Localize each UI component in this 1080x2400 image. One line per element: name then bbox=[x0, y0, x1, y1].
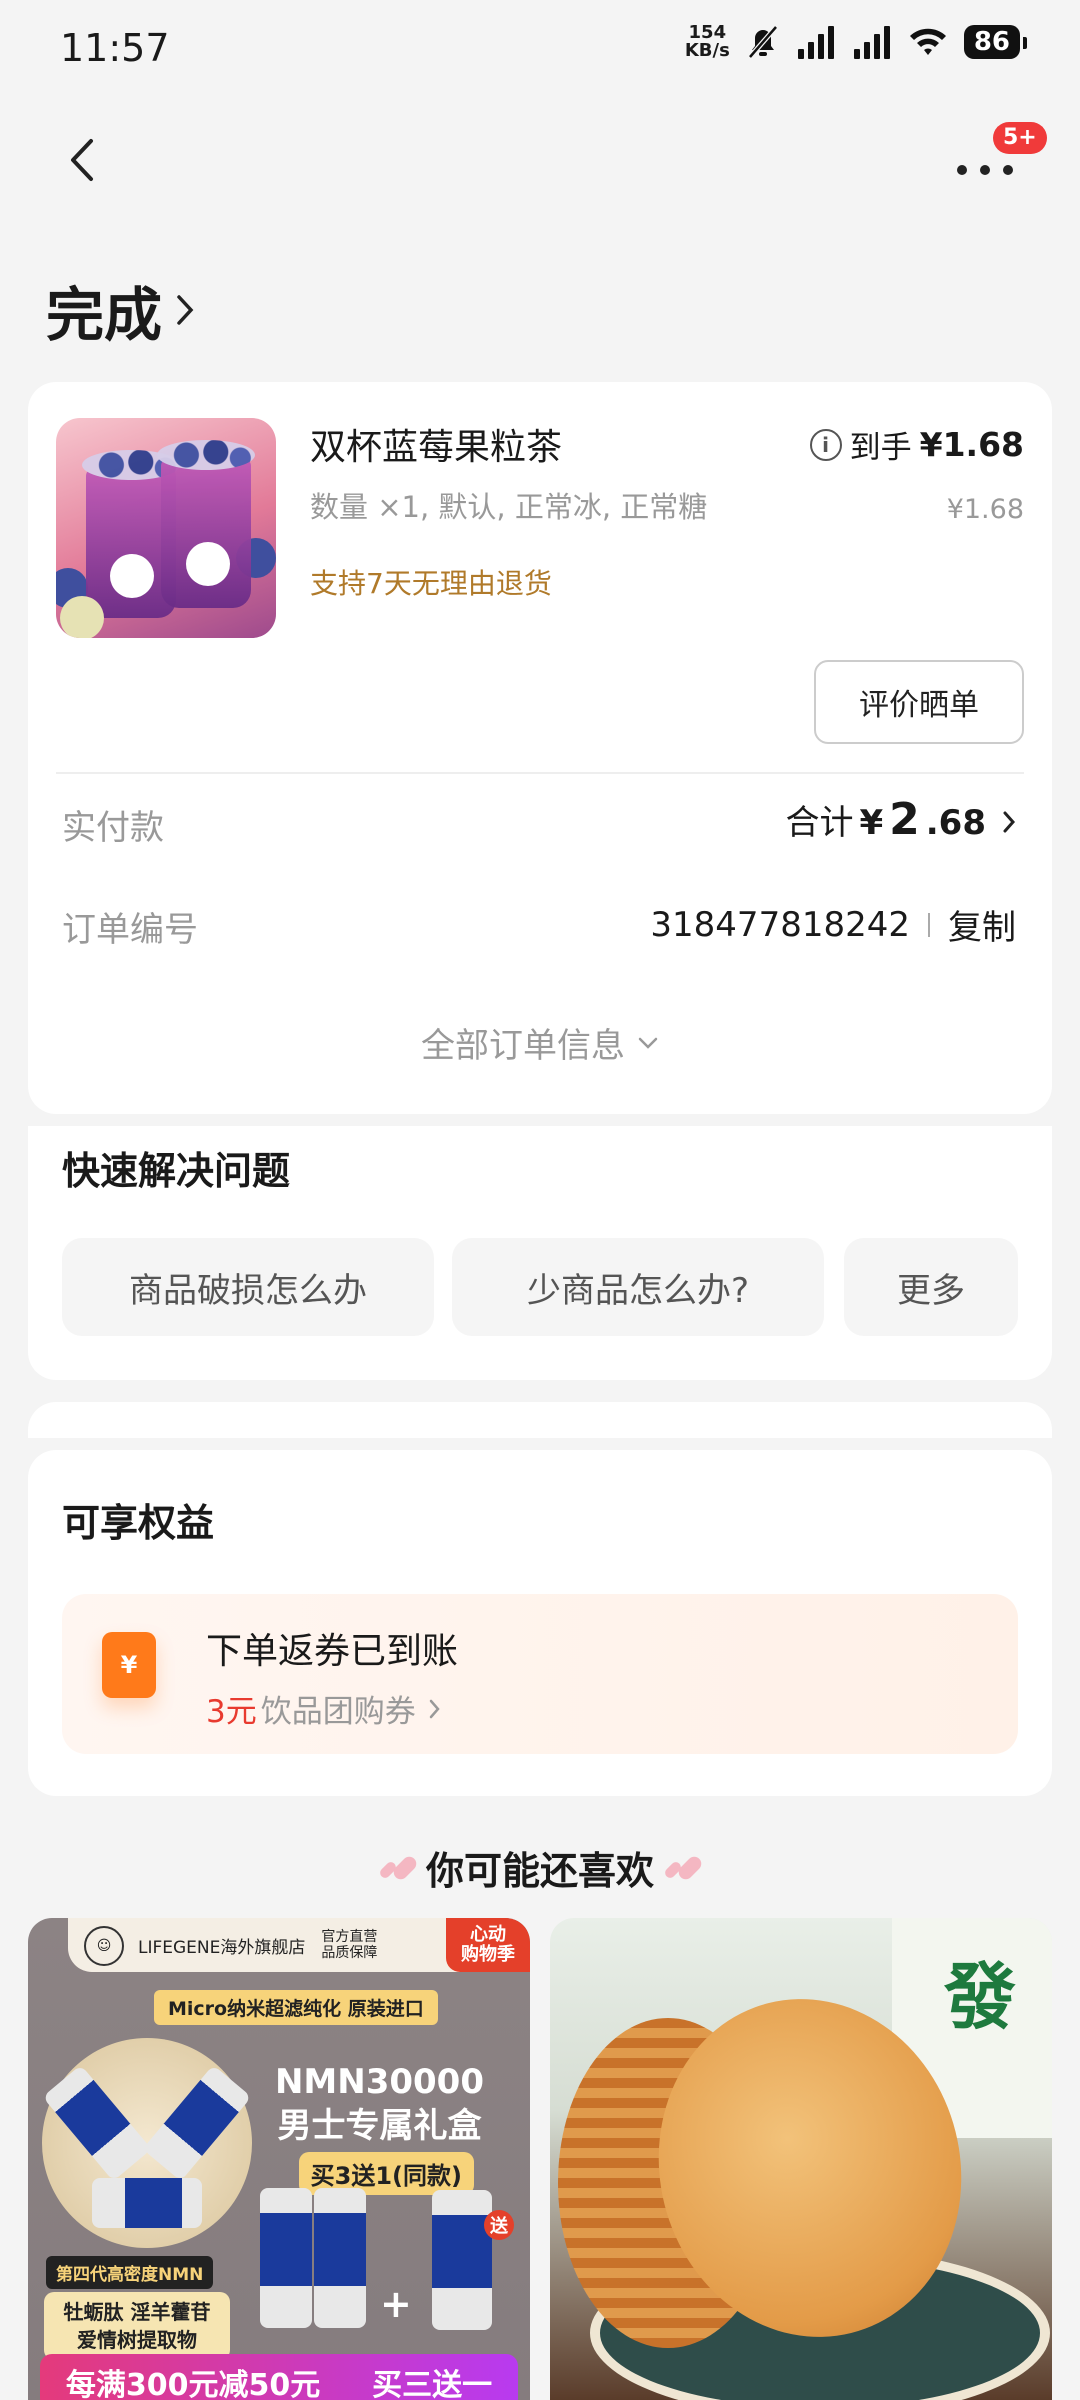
info-icon[interactable]: i bbox=[809, 428, 842, 461]
side-label: 第四代高密度NMN bbox=[46, 2256, 214, 2289]
plus-sign: + bbox=[380, 2282, 412, 2326]
paid-label: 实付款 bbox=[62, 808, 164, 848]
order-number-label: 订单编号 bbox=[62, 910, 198, 950]
coupon-icon: ¥ bbox=[102, 1632, 156, 1698]
benefits-title: 可享权益 bbox=[62, 1501, 215, 1545]
recommend-item[interactable]: ☺ LIFEGENE海外旗舰店 官方直营 品质保障 心动 购物季 Micro纳米… bbox=[28, 1918, 530, 2400]
final-price-label: 到手 bbox=[849, 430, 912, 466]
promo-offer: 买三送一 bbox=[372, 2368, 493, 2400]
chip-more[interactable]: 更多 bbox=[844, 1238, 1018, 1336]
product-name[interactable]: 双杯蓝莓果粒茶 bbox=[310, 418, 562, 470]
chevron-right-icon bbox=[1003, 811, 1016, 833]
review-button[interactable]: 评价晒单 bbox=[814, 660, 1024, 744]
all-order-info-toggle[interactable]: 全部订单信息 bbox=[28, 1018, 1052, 1067]
promo-banner: 每满300元减50元 买三送一 bbox=[40, 2354, 518, 2400]
bottle bbox=[432, 2190, 492, 2330]
decor-icon bbox=[663, 1853, 705, 1882]
chevron-left-icon bbox=[71, 139, 93, 181]
product-headline: NMN30000 男士专属礼盒 bbox=[274, 2062, 484, 2146]
coupon-benefit[interactable]: ¥ 下单返券已到账 3元 饮品团购券 bbox=[62, 1594, 1018, 1754]
jar-logo: 發 bbox=[943, 1954, 1016, 2039]
bottle bbox=[142, 2064, 252, 2182]
signal-icon bbox=[797, 26, 834, 59]
order-status-title[interactable]: 完成 bbox=[46, 268, 194, 352]
paid-total[interactable]: 合计 ¥2.68 bbox=[785, 794, 1016, 845]
status-icons: 154 KB/s 86 bbox=[684, 22, 1028, 61]
gift-badge: 送 bbox=[484, 2210, 514, 2240]
paid-amount-dec: .68 bbox=[925, 803, 986, 843]
mascot bbox=[110, 554, 154, 598]
chip-missing[interactable]: 少商品怎么办? bbox=[452, 1238, 824, 1336]
order-card: 双杯蓝莓果粒茶 数量 ×1, 默认, 正常冰, 正常糖 支持7天无理由退货 i … bbox=[28, 382, 1052, 1114]
paid-currency: ¥ bbox=[859, 803, 884, 843]
benefits-card: 可享权益 ¥ 下单返券已到账 3元 饮品团购券 bbox=[28, 1450, 1052, 1796]
notification-badge: 5+ bbox=[993, 122, 1047, 154]
status-time: 11:57 bbox=[60, 26, 170, 70]
store-badge: 官方直营 品质保障 bbox=[321, 1929, 378, 1961]
back-button[interactable] bbox=[52, 130, 112, 190]
product-plate bbox=[42, 2038, 252, 2248]
recommend-title-row: 你可能还喜欢 bbox=[0, 1840, 1080, 1895]
order-number-row: 318477818242 复制 bbox=[650, 900, 1016, 949]
order-number: 318477818242 bbox=[650, 904, 910, 945]
wifi-icon bbox=[909, 28, 946, 55]
mute-bell-icon bbox=[747, 25, 778, 59]
copy-button[interactable]: 复制 bbox=[948, 900, 1016, 949]
signal-icon-2 bbox=[853, 26, 890, 59]
recommend-title: 你可能还喜欢 bbox=[425, 1849, 654, 1893]
benefit-sub: 3元 饮品团购券 bbox=[206, 1686, 442, 1731]
collapsed-card bbox=[28, 1402, 1052, 1438]
chevron-down-icon bbox=[638, 1037, 658, 1049]
promo-discount: 每满300元减50元 bbox=[65, 2368, 321, 2400]
store-header: ☺ LIFEGENE海外旗舰店 官方直营 品质保障 bbox=[68, 1918, 490, 1972]
return-policy: 支持7天无理由退货 bbox=[310, 567, 552, 600]
ingredient-label: 牡蛎肽 淫羊藿苷 爱情树提取物 bbox=[44, 2292, 230, 2360]
chevron-right-icon bbox=[429, 1699, 440, 1718]
coupon-name: 饮品团购券 bbox=[260, 1694, 416, 1730]
paid-total-prefix: 合计 bbox=[785, 803, 854, 843]
network-speed: 154 KB/s bbox=[684, 22, 730, 61]
all-order-info-label: 全部订单信息 bbox=[421, 1026, 625, 1066]
final-price-row: i 到手 ¥1.68 bbox=[809, 422, 1024, 467]
chevron-right-icon bbox=[177, 295, 194, 325]
paid-amount-int: 2 bbox=[889, 794, 920, 845]
separator bbox=[928, 912, 930, 937]
quick-solve-card: 快速解决问题 商品破损怎么办 少商品怎么办? 更多 bbox=[28, 1126, 1052, 1380]
benefit-main-text: 下单返券已到账 bbox=[206, 1631, 459, 1672]
bottle bbox=[92, 2178, 202, 2228]
original-price: ¥1.68 bbox=[946, 494, 1024, 525]
more-dots-icon bbox=[957, 165, 1013, 175]
status-bar: 11:57 154 KB/s 86 bbox=[0, 0, 1080, 100]
page-title: 完成 bbox=[46, 281, 163, 349]
recommend-item[interactable]: 發 bbox=[550, 1918, 1052, 2400]
store-name: LIFEGENE海外旗舰店 bbox=[138, 1937, 306, 1958]
coupon-amount: 3元 bbox=[206, 1694, 257, 1730]
bottle bbox=[260, 2188, 312, 2328]
mascot bbox=[186, 542, 230, 586]
divider bbox=[56, 772, 1024, 774]
bottle bbox=[314, 2188, 366, 2328]
final-price: ¥1.68 bbox=[919, 425, 1024, 464]
product-image[interactable] bbox=[56, 418, 276, 638]
micro-label: Micro纳米超滤纯化 原装进口 bbox=[154, 1990, 438, 2025]
fruit-slice bbox=[60, 596, 104, 638]
quick-solve-title: 快速解决问题 bbox=[62, 1149, 291, 1193]
battery-indicator: 86 bbox=[963, 25, 1028, 59]
promo-tag: 心动 购物季 bbox=[446, 1918, 530, 1972]
chip-damaged[interactable]: 商品破损怎么办 bbox=[62, 1238, 434, 1336]
store-logo-icon: ☺ bbox=[84, 1926, 124, 1966]
bottle bbox=[42, 2064, 152, 2182]
decor-icon bbox=[378, 1853, 420, 1882]
product-spec: 数量 ×1, 默认, 正常冰, 正常糖 bbox=[310, 490, 708, 524]
